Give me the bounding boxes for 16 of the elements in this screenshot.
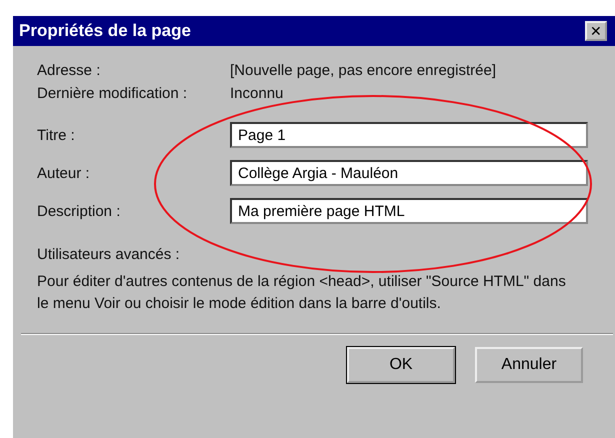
input-field[interactable]: Collège Argia - Mauléon: [230, 160, 588, 186]
dialog-button[interactable]: Annuler: [475, 347, 583, 383]
field-label: Auteur :: [37, 164, 91, 182]
dialog-button[interactable]: OK: [347, 347, 455, 383]
help-text: Pour éditer d'autres contenus de la région <head>, utiliser "Source HTML" dans le menu Voir ou choisir le mode édition dans la barre d'outils.: [37, 272, 567, 314]
field-label: Titre :: [37, 126, 76, 144]
field-label: Dernière modification :: [37, 85, 188, 102]
field-label: Description :: [37, 202, 122, 220]
input-field[interactable]: Page 1: [230, 122, 588, 148]
field-value: Inconnu: [230, 85, 284, 102]
input-field[interactable]: Ma première page HTML: [230, 198, 588, 224]
field-value: [Nouvelle page, pas encore enregistrée]: [230, 62, 498, 79]
window-title: Propriétés de la page: [19, 21, 191, 41]
field-label: Adresse :: [37, 62, 102, 79]
section-heading: Utilisateurs avancés :: [37, 246, 181, 263]
close-button[interactable]: ✕: [585, 21, 607, 41]
